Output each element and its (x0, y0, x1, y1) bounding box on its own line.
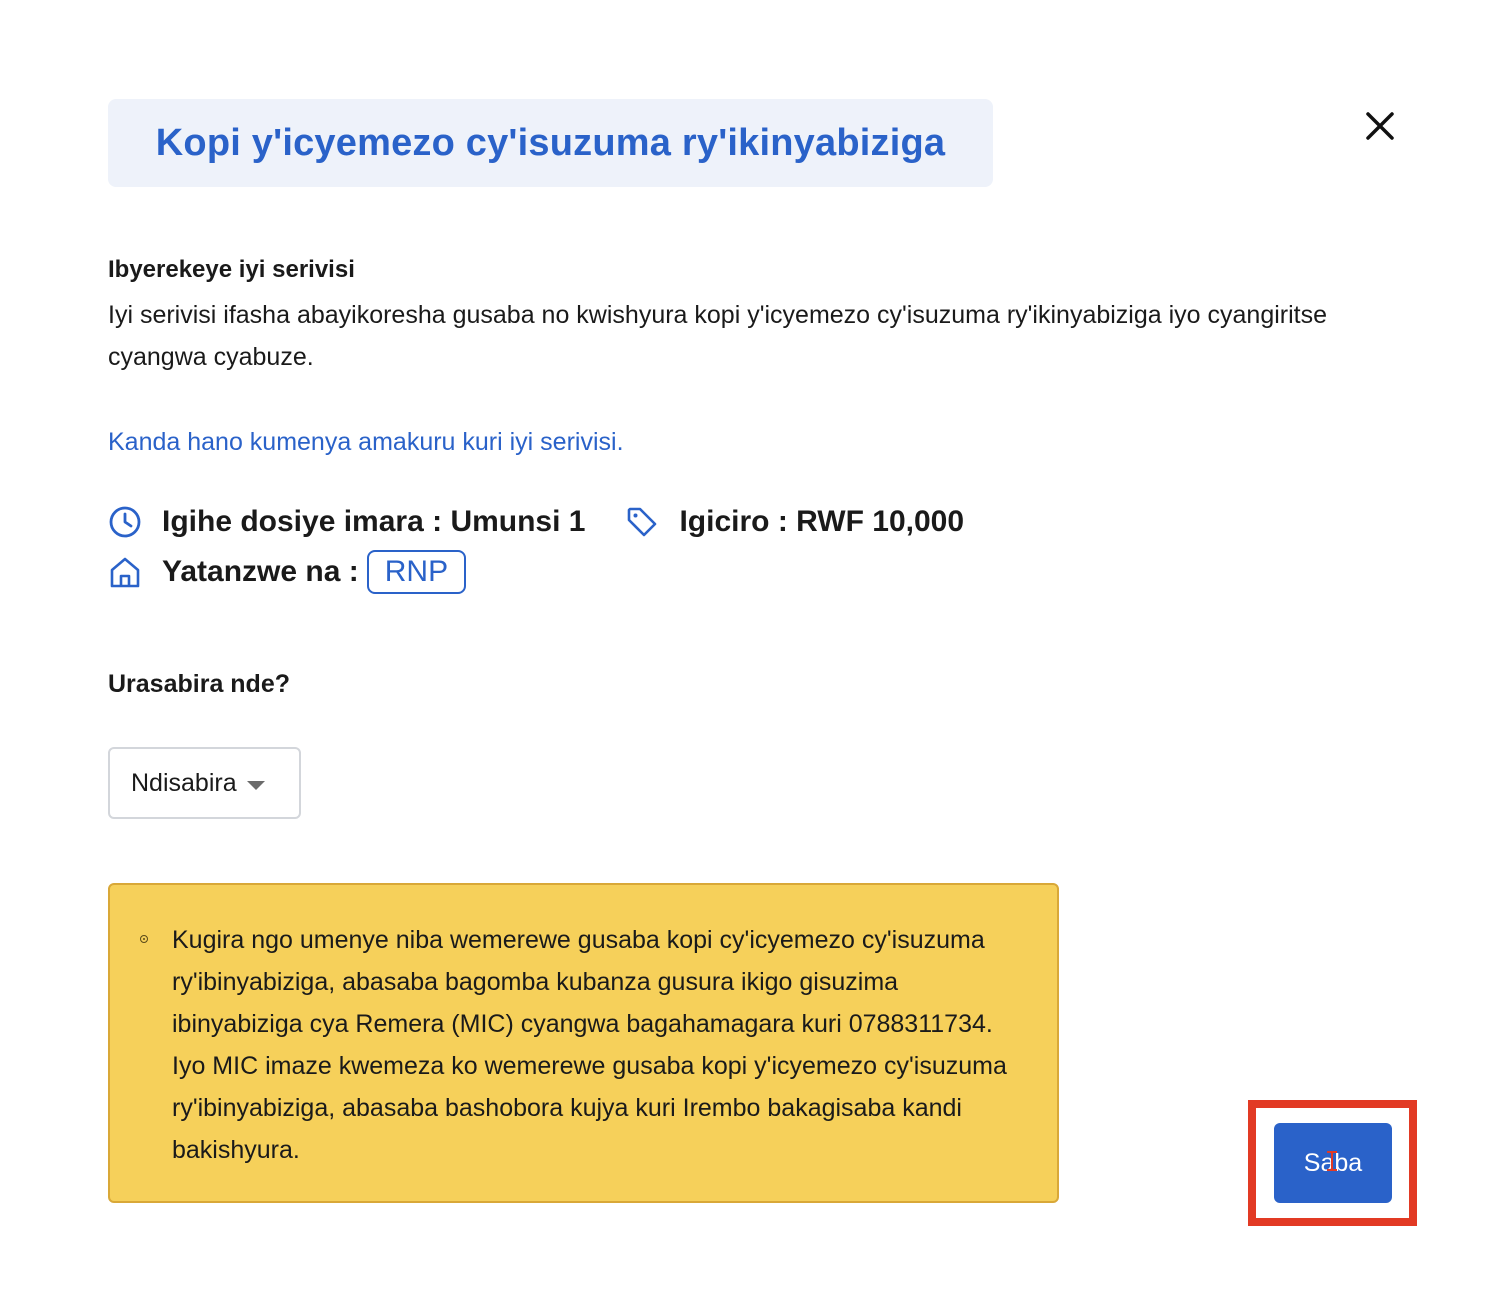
applicant-question: Urasabira nde? (108, 670, 291, 698)
service-info-link[interactable]: Kanda hano kumenya amakuru kuri iyi seri… (108, 428, 624, 457)
price-value: RWF 10,000 (796, 505, 965, 538)
applicant-select-value: Ndisabira (131, 768, 237, 797)
price-tag-icon (625, 505, 659, 539)
provider-label: Yatanzwe na : (162, 555, 359, 588)
building-icon (108, 555, 142, 589)
applicant-select[interactable]: Ndisabira (108, 747, 301, 819)
dialog-title-box: Kopi y'icyemezo cy'isuzuma ry'ikinyabizi… (108, 99, 993, 187)
provider: Yatanzwe na : RNP (108, 550, 467, 594)
bullet-icon (140, 935, 148, 943)
clock-icon (108, 505, 142, 539)
price: Igiciro : RWF 10,000 (625, 505, 964, 539)
processing-label: Igihe dosiye imara : (162, 505, 443, 538)
eligibility-notice: Kugira ngo umenye niba wemerewe gusaba k… (108, 883, 1059, 1203)
about-heading: Ibyerekeye iyi serivisi (108, 256, 355, 283)
eligibility-notice-text: Kugira ngo umenye niba wemerewe gusaba k… (172, 926, 1007, 1164)
provider-badge: RNP (366, 550, 467, 594)
dialog-title: Kopi y'icyemezo cy'isuzuma ry'ikinyabizi… (155, 121, 946, 164)
cursor-icon (1327, 1151, 1337, 1171)
provider-row: Yatanzwe na : RNP (108, 550, 467, 594)
price-label: Igiciro : (679, 505, 788, 538)
chevron-down-icon (246, 780, 265, 790)
processing-value: Umunsi 1 (450, 505, 586, 538)
service-meta-row: Igihe dosiye imara : Umunsi 1 Igiciro : … (108, 505, 964, 539)
close-button[interactable] (1360, 106, 1400, 146)
processing-time: Igihe dosiye imara : Umunsi 1 (108, 505, 585, 539)
close-icon (1366, 112, 1394, 140)
about-description: Iyi serivisi ifasha abayikoresha gusaba … (108, 301, 1328, 371)
